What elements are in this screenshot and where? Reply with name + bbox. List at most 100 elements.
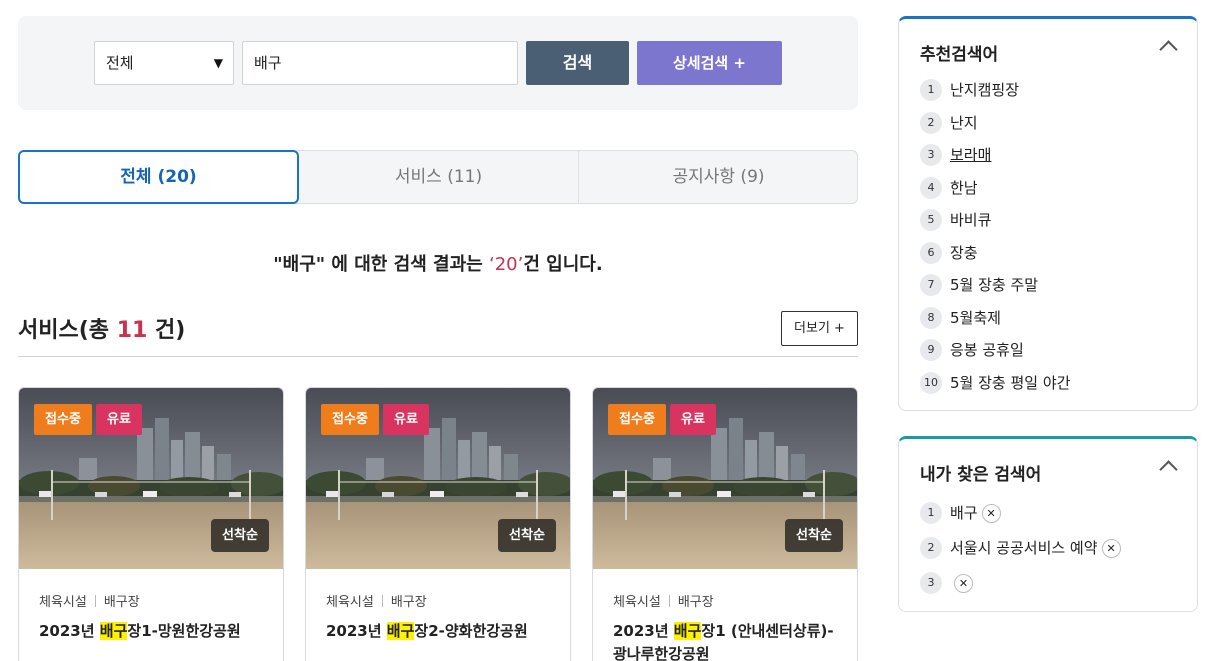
search-button[interactable]: 검색 xyxy=(526,41,629,85)
result-summary-suffix: 건 입니다. xyxy=(523,254,603,275)
caret-down-icon: ▼ xyxy=(213,56,223,70)
recent-keyword-item[interactable]: 2 서울시 공공서비스 예약 ✕ xyxy=(920,537,1121,559)
tab-services[interactable]: 서비스 (11) xyxy=(299,150,579,204)
recent-keywords-panel: 내가 찾은 검색어 1 배구 ✕ 2 서울시 공공서비스 예약 ✕ 3 ✕ xyxy=(898,436,1198,612)
status-badge: 접수중 xyxy=(34,404,92,435)
card-title[interactable]: 2023년 배구장1-망원한강공원 xyxy=(39,620,271,643)
status-badge: 접수중 xyxy=(608,404,666,435)
keyword-highlight: 배구 xyxy=(386,622,415,640)
close-icon[interactable]: ✕ xyxy=(981,504,1001,523)
rank-number: 4 xyxy=(920,177,942,199)
services-title-prefix: 서비스(총 xyxy=(18,318,117,343)
keyword-item[interactable]: 6 장충 xyxy=(920,242,978,264)
keyword-item[interactable]: 4 한남 xyxy=(920,177,978,199)
keyword-item[interactable]: 5 바비큐 xyxy=(920,209,991,231)
rank-number: 1 xyxy=(920,502,942,524)
card-title-post: 장1-망원한강공원 xyxy=(127,622,241,640)
keyword-item[interactable]: 2 난지 xyxy=(920,112,978,134)
keyword-text: 난지캠핑장 xyxy=(950,81,1020,99)
rank-number: 6 xyxy=(920,242,942,264)
tab-all[interactable]: 전체 (20) xyxy=(18,150,299,204)
services-title: 서비스(총 11 건) xyxy=(18,312,185,344)
keyword-text: 응봉 공휴일 xyxy=(950,341,1024,359)
keyword-text: 한남 xyxy=(950,179,978,197)
category-select-value: 전체 xyxy=(106,54,134,72)
card-title[interactable]: 2023년 배구장1 (안내센터상류)-광나루한강공원 xyxy=(613,620,845,661)
status-badge: 접수중 xyxy=(321,404,379,435)
keyword-item[interactable]: 1 난지캠핑장 xyxy=(920,79,1019,101)
card-category-sub: 배구장 xyxy=(677,595,714,610)
rank-number: 3 xyxy=(920,572,942,594)
panel-title: 내가 찾은 검색어 xyxy=(920,465,1042,485)
keyword-highlight: 배구 xyxy=(99,622,128,640)
keyword-text: 난지 xyxy=(950,114,978,132)
card-category-main: 체육시설 xyxy=(326,595,374,610)
result-summary: "배구" 에 대한 검색 결과는 ‘20’건 입니다. xyxy=(18,250,858,276)
keyword-highlight: 배구 xyxy=(673,622,702,640)
fee-badge: 유료 xyxy=(383,404,429,435)
rank-number: 1 xyxy=(920,79,942,101)
keyword-text: 5월 장충 주말 xyxy=(950,276,1039,294)
card-category-main: 체육시설 xyxy=(613,595,661,610)
close-icon[interactable]: ✕ xyxy=(1101,539,1121,558)
keyword-text: 배구 xyxy=(950,504,978,522)
fee-badge: 유료 xyxy=(670,404,716,435)
card-title[interactable]: 2023년 배구장2-양화한강공원 xyxy=(326,620,558,643)
keyword-item[interactable]: 3 보라매 xyxy=(920,144,991,166)
chevron-up-icon[interactable] xyxy=(1159,460,1178,479)
services-count: 11 xyxy=(116,318,148,343)
divider xyxy=(18,356,858,357)
keyword-item[interactable]: 10 5월 장충 평일 야간 xyxy=(920,372,1070,394)
rank-number: 2 xyxy=(920,537,942,559)
keyword-text: 보라매 xyxy=(950,146,992,164)
rank-number: 2 xyxy=(920,112,942,134)
close-icon[interactable]: ✕ xyxy=(954,574,973,593)
keyword-text: 5월 장충 평일 야간 xyxy=(950,374,1071,392)
keyword-text: 5월축제 xyxy=(950,309,1001,327)
recommended-keywords-panel: 추천검색어 1 난지캠핑장 2 난지 3 보라매 4 한남 5 바비큐 6 장충 7 5월 장… xyxy=(898,16,1198,411)
rank-number: 8 xyxy=(920,307,942,329)
recent-keyword-item[interactable]: 3 ✕ xyxy=(920,572,973,594)
services-title-suffix: 건) xyxy=(147,318,186,343)
card-title-pre: 2023년 xyxy=(613,622,674,640)
service-card[interactable]: 접수중 유료 선착순 체육시설 배구장 2023년 배구장2-양화한강공원 xyxy=(305,387,571,661)
service-card[interactable]: 접수중 유료 선착순 체육시설 배구장 2023년 배구장1 (안내센터상류)-광… xyxy=(592,387,858,661)
category-select[interactable]: 전체 ▼ xyxy=(94,41,234,85)
keyword-text: 서울시 공공서비스 예약 xyxy=(950,539,1098,557)
card-category: 체육시설 배구장 xyxy=(39,591,140,610)
keyword-text: 바비큐 xyxy=(950,211,992,229)
divider xyxy=(668,595,670,607)
fee-badge: 유료 xyxy=(96,404,142,435)
chevron-up-icon[interactable] xyxy=(1159,40,1178,59)
rank-number: 7 xyxy=(920,274,942,296)
rank-number: 3 xyxy=(920,144,942,166)
card-title-post: 장2-양화한강공원 xyxy=(414,622,528,640)
search-input[interactable]: 배구 xyxy=(242,41,518,85)
tab-notices[interactable]: 공지사항 (9) xyxy=(579,150,858,204)
rank-number: 9 xyxy=(920,339,942,361)
divider xyxy=(381,595,383,607)
card-title-pre: 2023년 xyxy=(326,622,387,640)
card-category: 체육시설 배구장 xyxy=(326,591,427,610)
card-category-main: 체육시설 xyxy=(39,595,87,610)
card-title-pre: 2023년 xyxy=(39,622,100,640)
reservation-type-badge: 선착순 xyxy=(785,519,843,552)
keyword-item[interactable]: 7 5월 장충 주말 xyxy=(920,274,1038,296)
card-category-sub: 배구장 xyxy=(390,595,427,610)
keyword-item[interactable]: 9 응봉 공휴일 xyxy=(920,339,1024,361)
panel-title: 추천검색어 xyxy=(920,45,999,65)
result-summary-prefix: "배구" 에 대한 검색 결과는 xyxy=(273,254,489,275)
result-tabs: 전체 (20) 서비스 (11) 공지사항 (9) xyxy=(18,150,858,204)
advanced-search-button[interactable]: 상세검색 + xyxy=(637,41,782,85)
keyword-item[interactable]: 8 5월축제 xyxy=(920,307,1001,329)
recent-keyword-item[interactable]: 1 배구 ✕ xyxy=(920,502,1001,524)
more-button[interactable]: 더보기 + xyxy=(781,311,858,346)
rank-number: 5 xyxy=(920,209,942,231)
keyword-text: 장충 xyxy=(950,244,978,262)
card-category-sub: 배구장 xyxy=(103,595,140,610)
result-count: ‘20’ xyxy=(488,254,524,275)
divider xyxy=(94,595,96,607)
service-card[interactable]: 접수중 유료 선착순 체육시설 배구장 2023년 배구장1-망원한강공원 xyxy=(18,387,284,661)
rank-number: 10 xyxy=(920,372,942,394)
reservation-type-badge: 선착순 xyxy=(211,519,269,552)
